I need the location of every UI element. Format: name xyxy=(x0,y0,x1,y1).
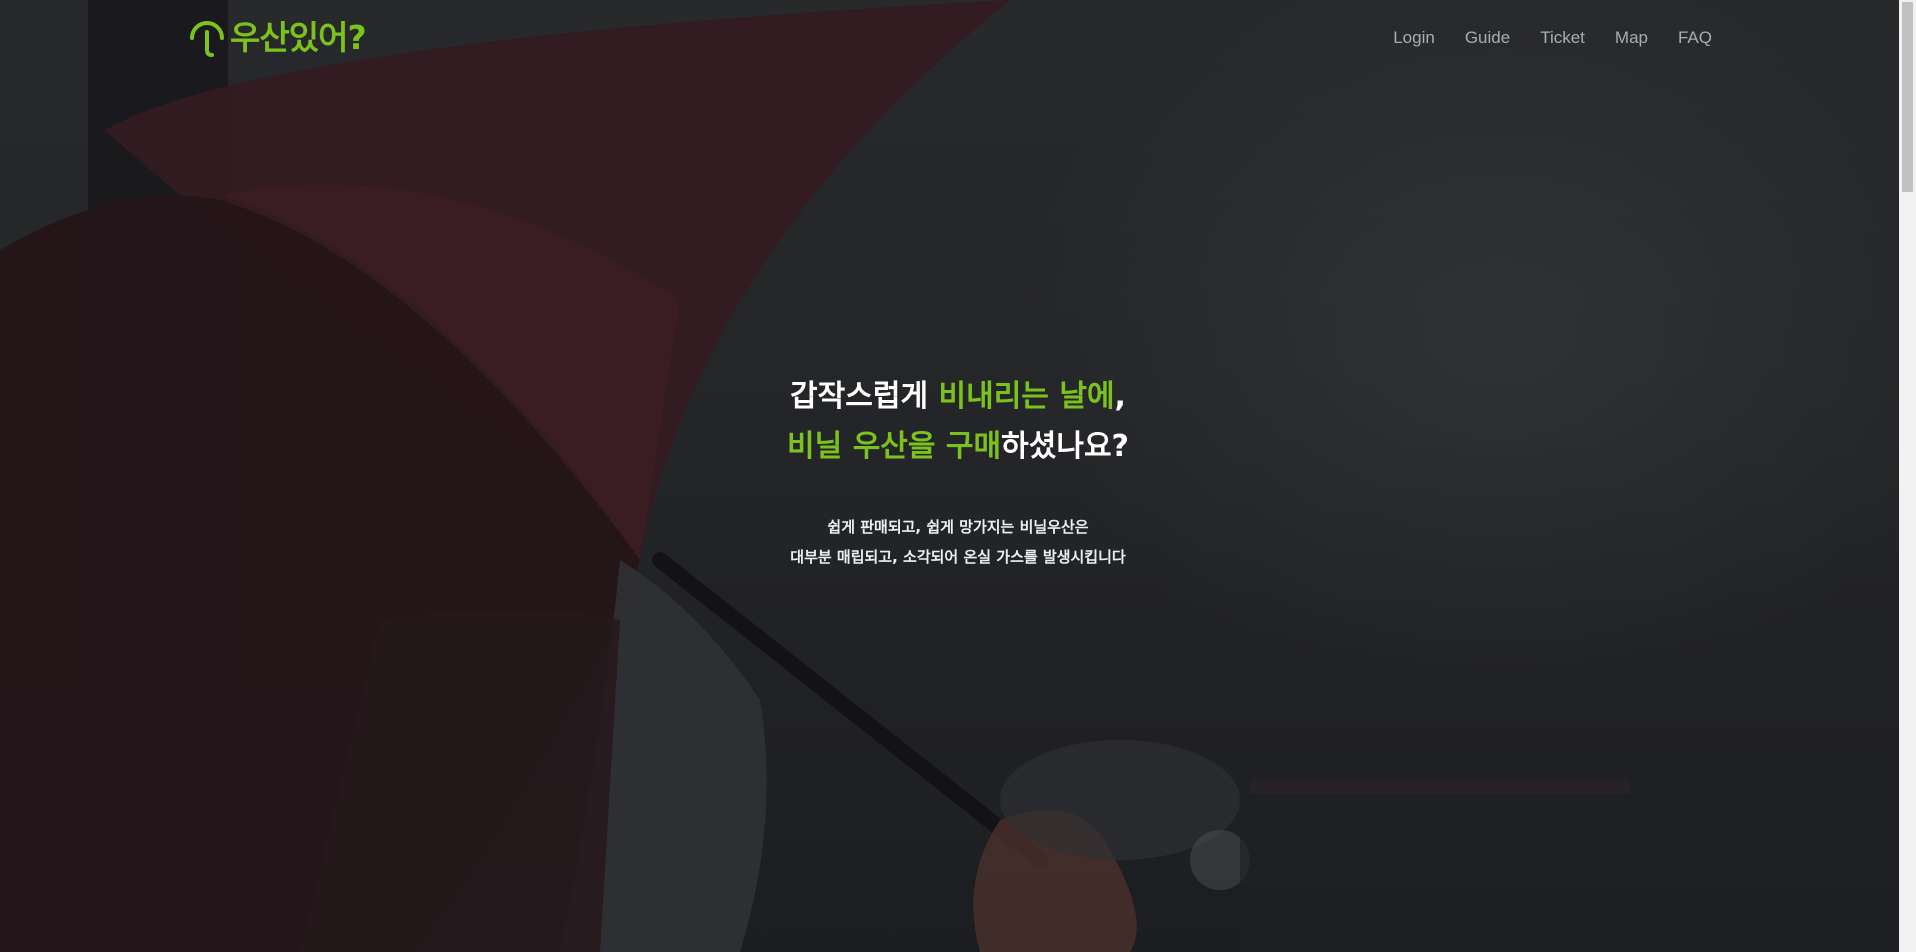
headline-line2-white: 하셨나요? xyxy=(1001,429,1129,464)
headline-line1-end: , xyxy=(1114,379,1126,414)
landing-page: 우산있어? Login Guide Ticket Map FAQ 갑작스럽게 비… xyxy=(0,0,1916,952)
logo-link[interactable]: 우산있어? xyxy=(188,18,367,58)
nav-guide-link[interactable]: Guide xyxy=(1465,28,1510,48)
top-nav: Login Guide Ticket Map FAQ xyxy=(1393,28,1712,48)
nav-login-link[interactable]: Login xyxy=(1393,28,1435,48)
headline-line2-green: 비닐 우산을 구매 xyxy=(787,429,1002,464)
hero-description: 쉽게 판매되고, 쉽게 망가지는 비닐우산은 대부분 매립되고, 소각되어 온실… xyxy=(0,512,1916,572)
umbrella-handle-icon xyxy=(190,21,224,57)
nav-faq-link[interactable]: FAQ xyxy=(1678,28,1712,48)
scrollbar-thumb[interactable] xyxy=(1902,2,1913,192)
hero-desc-line1: 쉽게 판매되고, 쉽게 망가지는 비닐우산은 xyxy=(827,518,1089,536)
vertical-scrollbar[interactable] xyxy=(1899,0,1916,952)
nav-map-link[interactable]: Map xyxy=(1615,28,1648,48)
logo-text: 우산있어? xyxy=(230,18,367,57)
hero-headline: 갑작스럽게 비내리는 날에, 비닐 우산을 구매하셨나요? xyxy=(0,372,1916,472)
hero-desc-line2: 대부분 매립되고, 소각되어 온실 가스를 발생시킵니다 xyxy=(790,548,1126,566)
headline-line1-green: 비내리는 날에 xyxy=(938,379,1115,414)
headline-line1-white: 갑작스럽게 xyxy=(790,379,939,414)
hero-section: 갑작스럽게 비내리는 날에, 비닐 우산을 구매하셨나요? 쉽게 판매되고, 쉽… xyxy=(0,372,1916,572)
nav-ticket-link[interactable]: Ticket xyxy=(1540,28,1585,48)
